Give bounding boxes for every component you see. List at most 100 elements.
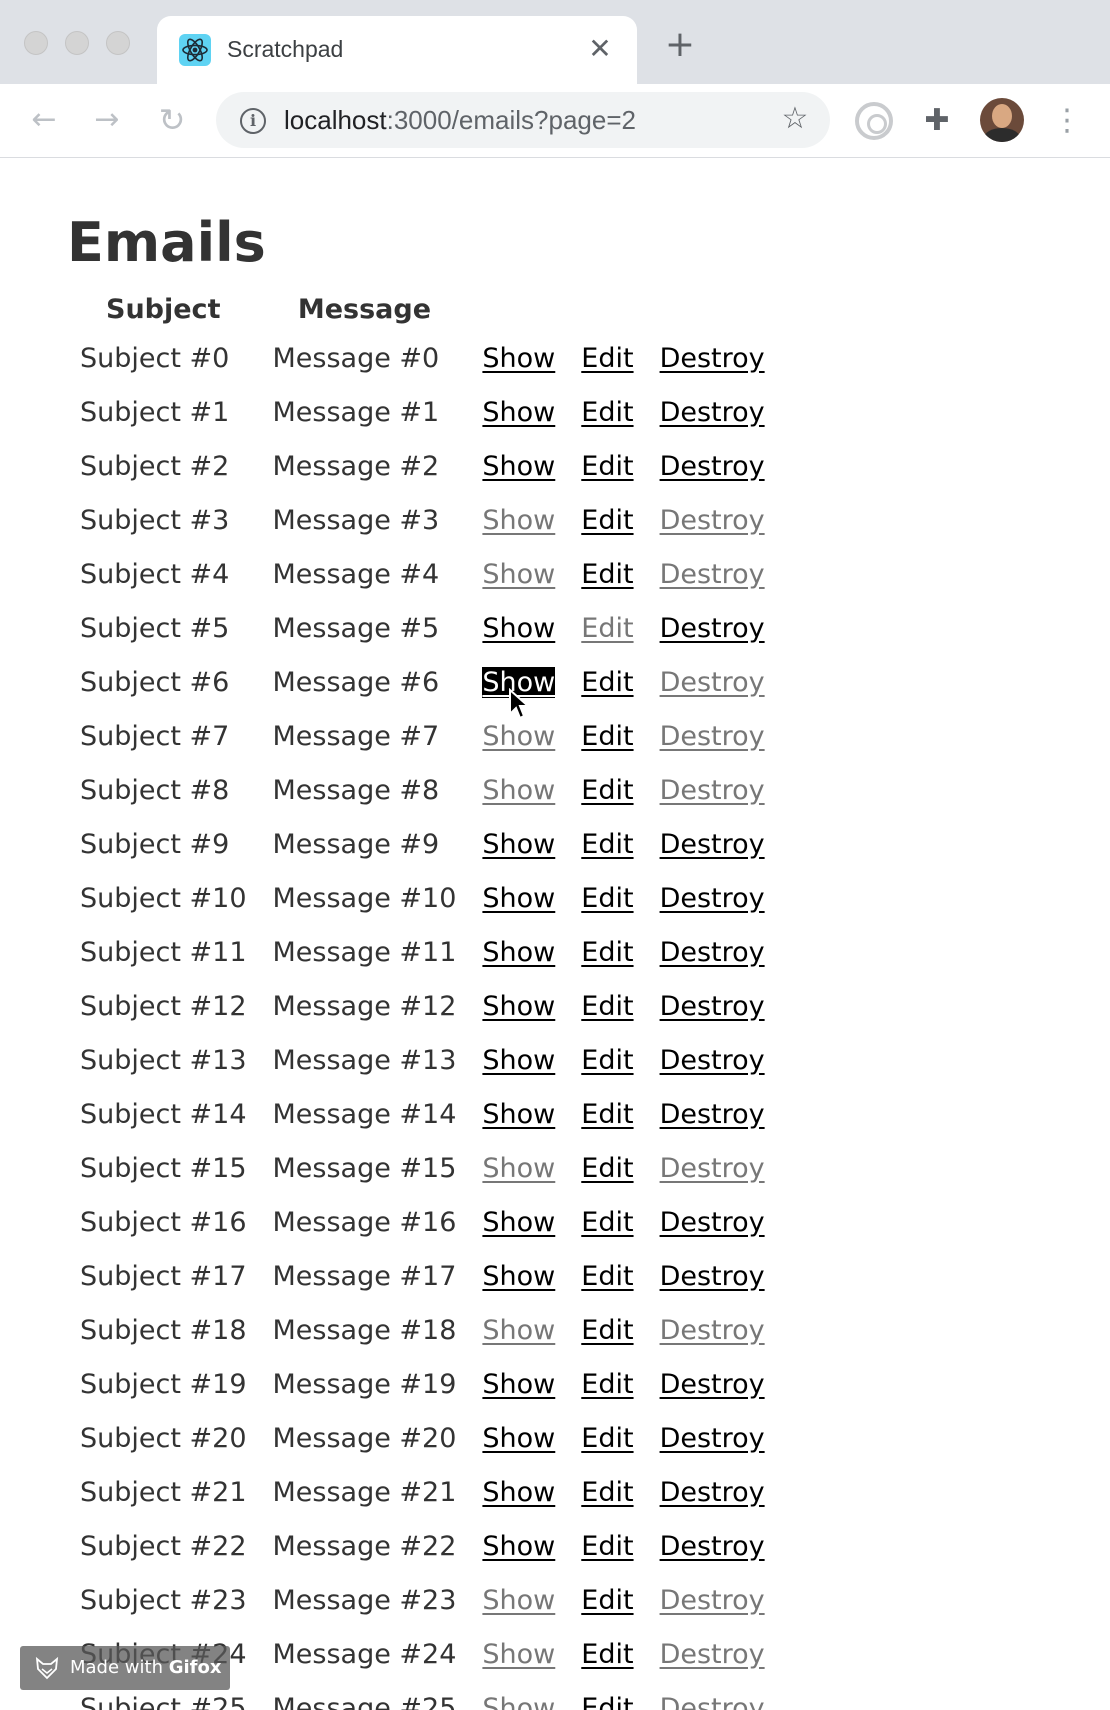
destroy-link[interactable]: Destroy <box>660 1207 765 1238</box>
show-link-cell: Show <box>469 331 568 385</box>
edit-link[interactable]: Edit <box>581 667 633 698</box>
show-link[interactable]: Show <box>482 1693 555 1710</box>
destroy-link[interactable]: Destroy <box>660 1369 765 1400</box>
show-link[interactable]: Show <box>482 1045 555 1076</box>
edit-link[interactable]: Edit <box>581 1585 633 1616</box>
edit-link[interactable]: Edit <box>581 883 633 914</box>
destroy-link[interactable]: Destroy <box>660 1693 765 1710</box>
destroy-link[interactable]: Destroy <box>660 397 765 428</box>
window-close-dot[interactable] <box>24 31 48 55</box>
destroy-link[interactable]: Destroy <box>660 1639 765 1670</box>
show-link[interactable]: Show <box>482 1315 555 1346</box>
destroy-link[interactable]: Destroy <box>660 829 765 860</box>
edit-link[interactable]: Edit <box>581 991 633 1022</box>
show-link[interactable]: Show <box>482 721 555 752</box>
destroy-link[interactable]: Destroy <box>660 1531 765 1562</box>
show-link[interactable]: Show <box>482 1585 555 1616</box>
edit-link[interactable]: Edit <box>581 937 633 968</box>
show-link[interactable]: Show <box>482 1423 555 1454</box>
show-link[interactable]: Show <box>482 505 555 536</box>
show-link-cell: Show <box>469 1573 568 1627</box>
edit-link[interactable]: Edit <box>581 1369 633 1400</box>
show-link[interactable]: Show <box>482 775 555 806</box>
close-tab-icon[interactable]: ✕ <box>585 34 615 64</box>
edit-link[interactable]: Edit <box>581 343 633 374</box>
edit-link[interactable]: Edit <box>581 1315 633 1346</box>
show-link[interactable]: Show <box>482 1099 555 1130</box>
destroy-link[interactable]: Destroy <box>660 1423 765 1454</box>
destroy-link[interactable]: Destroy <box>660 559 765 590</box>
edit-link[interactable]: Edit <box>581 721 633 752</box>
edit-link[interactable]: Edit <box>581 829 633 860</box>
show-link[interactable]: Show <box>482 991 555 1022</box>
show-link[interactable]: Show <box>482 1207 555 1238</box>
destroy-link[interactable]: Destroy <box>660 937 765 968</box>
edit-link[interactable]: Edit <box>581 775 633 806</box>
show-link[interactable]: Show <box>482 343 555 374</box>
edit-link[interactable]: Edit <box>581 1261 633 1292</box>
puzzle-icon[interactable]: ✚ <box>918 102 956 140</box>
back-arrow-icon[interactable]: ← <box>26 102 62 138</box>
new-tab-icon[interactable]: + <box>664 27 696 63</box>
show-link[interactable]: Show <box>482 937 555 968</box>
show-link[interactable]: Show <box>482 1477 555 1508</box>
destroy-link[interactable]: Destroy <box>660 1261 765 1292</box>
destroy-link[interactable]: Destroy <box>660 667 765 698</box>
window-zoom-dot[interactable] <box>106 31 130 55</box>
edit-link[interactable]: Edit <box>581 1153 633 1184</box>
edit-link[interactable]: Edit <box>581 1693 633 1710</box>
destroy-link[interactable]: Destroy <box>660 1477 765 1508</box>
edit-link[interactable]: Edit <box>581 1207 633 1238</box>
edit-link[interactable]: Edit <box>581 1423 633 1454</box>
destroy-link[interactable]: Destroy <box>660 883 765 914</box>
destroy-link[interactable]: Destroy <box>660 721 765 752</box>
destroy-link[interactable]: Destroy <box>660 1099 765 1130</box>
edit-link[interactable]: Edit <box>581 613 633 644</box>
info-icon[interactable]: i <box>240 108 266 134</box>
edit-link[interactable]: Edit <box>581 1099 633 1130</box>
destroy-link[interactable]: Destroy <box>660 1153 765 1184</box>
show-link[interactable]: Show <box>482 451 555 482</box>
edit-link[interactable]: Edit <box>581 1045 633 1076</box>
profile-avatar[interactable] <box>980 98 1024 142</box>
destroy-link[interactable]: Destroy <box>660 1045 765 1076</box>
show-link[interactable]: Show <box>482 613 555 644</box>
edit-link[interactable]: Edit <box>581 1477 633 1508</box>
active-tab[interactable]: Scratchpad ✕ <box>157 16 637 84</box>
address-bar[interactable]: i localhost:3000/emails?page=2 ☆ <box>216 92 830 148</box>
destroy-link[interactable]: Destroy <box>660 343 765 374</box>
show-link-cell: Show <box>469 925 568 979</box>
destroy-link[interactable]: Destroy <box>660 613 765 644</box>
edit-link[interactable]: Edit <box>581 559 633 590</box>
extension-ring-icon[interactable] <box>855 102 893 140</box>
show-link[interactable]: Show <box>482 883 555 914</box>
destroy-link[interactable]: Destroy <box>660 991 765 1022</box>
destroy-link[interactable]: Destroy <box>660 1585 765 1616</box>
destroy-link[interactable]: Destroy <box>660 1315 765 1346</box>
show-link[interactable]: Show <box>482 559 555 590</box>
destroy-link[interactable]: Destroy <box>660 505 765 536</box>
reload-icon[interactable]: ↻ <box>154 102 190 138</box>
menu-dots-icon[interactable]: ⋮ <box>1052 102 1082 140</box>
url-text[interactable]: localhost:3000/emails?page=2 <box>284 105 636 136</box>
forward-arrow-icon[interactable]: → <box>89 102 125 138</box>
message-cell: Message #5 <box>272 612 440 644</box>
star-icon[interactable]: ☆ <box>778 102 812 136</box>
edit-link[interactable]: Edit <box>581 505 633 536</box>
show-link[interactable]: Show <box>482 1531 555 1562</box>
window-minimize-dot[interactable] <box>65 31 89 55</box>
edit-link[interactable]: Edit <box>581 397 633 428</box>
show-link[interactable]: Show <box>482 1369 555 1400</box>
show-link[interactable]: Show <box>482 397 555 428</box>
show-link[interactable]: Show <box>482 1261 555 1292</box>
edit-link[interactable]: Edit <box>581 451 633 482</box>
edit-link-cell: Edit <box>568 1249 646 1303</box>
show-link[interactable]: Show <box>482 829 555 860</box>
show-link[interactable]: Show <box>482 1639 555 1670</box>
edit-link[interactable]: Edit <box>581 1531 633 1562</box>
show-link[interactable]: Show <box>482 1153 555 1184</box>
edit-link[interactable]: Edit <box>581 1639 633 1670</box>
destroy-link[interactable]: Destroy <box>660 775 765 806</box>
subject-cell: Subject #20 <box>80 1422 247 1454</box>
destroy-link[interactable]: Destroy <box>660 451 765 482</box>
